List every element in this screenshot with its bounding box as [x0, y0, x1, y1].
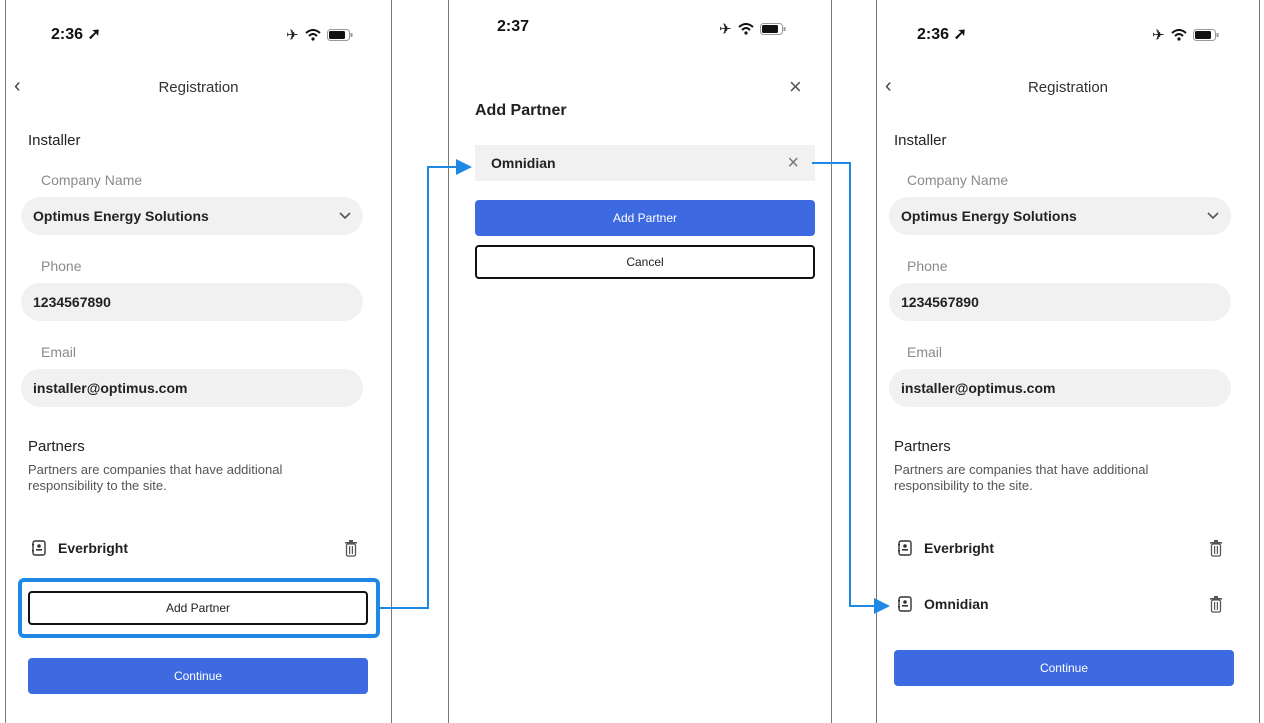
- wifi-icon: [1170, 29, 1187, 41]
- contact-card-icon: [898, 540, 912, 556]
- partners-section-title: Partners: [894, 438, 951, 455]
- email-value: installer@optimus.com: [33, 380, 188, 396]
- company-name-label: Company Name: [41, 172, 143, 188]
- email-label: Email: [907, 344, 943, 360]
- wifi-icon: [737, 23, 754, 35]
- partners-desc-line: Partners are companies that have additio…: [894, 462, 1149, 477]
- partners-desc-line: Partners are companies that have additio…: [28, 462, 283, 477]
- clear-icon[interactable]: ×: [787, 152, 799, 175]
- airplane-icon: ✈: [286, 27, 299, 44]
- partners-section-title: Partners: [28, 438, 85, 455]
- partner-item: Everbright: [32, 540, 128, 556]
- registration-screen-after: 2:36 ➚ ✈ ‹ Registration Installer Compan…: [876, 0, 1260, 723]
- phone-label: Phone: [907, 258, 948, 274]
- company-name-select[interactable]: Optimus Energy Solutions: [21, 197, 363, 235]
- cancel-button[interactable]: Cancel: [475, 245, 815, 279]
- continue-button[interactable]: Continue: [894, 650, 1234, 686]
- installer-section-title: Installer: [894, 132, 947, 149]
- contact-card-icon: [32, 540, 46, 556]
- phone-value: 1234567890: [33, 294, 111, 310]
- phone-field[interactable]: 1234567890: [889, 283, 1231, 321]
- battery-icon: [326, 29, 353, 41]
- partner-search-value: Omnidian: [491, 155, 556, 171]
- wifi-icon: [304, 29, 321, 41]
- partner-name: Omnidian: [924, 596, 989, 612]
- modal-title: Add Partner: [475, 102, 567, 119]
- email-field[interactable]: installer@optimus.com: [889, 369, 1231, 407]
- trash-icon[interactable]: [344, 540, 358, 557]
- email-value: installer@optimus.com: [901, 380, 1056, 396]
- battery-icon: [759, 23, 786, 35]
- continue-button[interactable]: Continue: [28, 658, 368, 694]
- partners-desc-line: responsibility to the site.: [28, 478, 167, 493]
- add-partner-modal-screen: 2:37 ✈ × Add Partner Omnidian × Add Part…: [448, 0, 832, 723]
- phone-label: Phone: [41, 258, 82, 274]
- phone-value: 1234567890: [901, 294, 979, 310]
- email-field[interactable]: installer@optimus.com: [21, 369, 363, 407]
- email-label: Email: [41, 344, 77, 360]
- trash-icon[interactable]: [1209, 540, 1223, 557]
- close-icon[interactable]: ×: [789, 76, 802, 98]
- registration-screen-before: 2:36 ➚ ✈ ‹ Registration Installer Compan…: [5, 0, 392, 723]
- trash-icon[interactable]: [1209, 596, 1223, 613]
- add-partner-button[interactable]: Add Partner: [28, 591, 368, 625]
- status-time: 2:37: [497, 18, 530, 35]
- company-name-select[interactable]: Optimus Energy Solutions: [889, 197, 1231, 235]
- status-time: 2:36 ➚: [917, 26, 967, 43]
- partner-search-input[interactable]: Omnidian ×: [475, 145, 815, 181]
- partners-description: Partners are companies that have additio…: [894, 462, 1148, 494]
- location-arrow-icon: ➚: [87, 26, 101, 43]
- add-partner-confirm-button[interactable]: Add Partner: [475, 200, 815, 236]
- partner-name: Everbright: [58, 540, 129, 556]
- airplane-icon: ✈: [1152, 27, 1165, 44]
- battery-icon: [1192, 29, 1219, 41]
- status-icons: ✈: [286, 26, 353, 44]
- airplane-icon: ✈: [719, 21, 732, 38]
- partner-item: Everbright: [898, 540, 994, 556]
- location-arrow-icon: ➚: [953, 26, 967, 43]
- partners-desc-line: responsibility to the site.: [894, 478, 1033, 493]
- status-time: 2:36 ➚: [51, 26, 101, 43]
- page-title: Registration: [158, 79, 239, 96]
- page-title: Registration: [1027, 79, 1109, 96]
- status-icons: ✈: [1152, 26, 1219, 44]
- status-icons: ✈: [719, 20, 786, 38]
- company-name-value: Optimus Energy Solutions: [33, 208, 209, 224]
- contact-card-icon: [898, 596, 912, 612]
- partner-name: Everbright: [924, 540, 995, 556]
- installer-section-title: Installer: [28, 132, 81, 149]
- chevron-down-icon: [1207, 212, 1219, 220]
- company-name-label: Company Name: [907, 172, 1009, 188]
- partner-item: Omnidian: [898, 596, 989, 612]
- partners-description: Partners are companies that have additio…: [28, 462, 282, 494]
- phone-field[interactable]: 1234567890: [21, 283, 363, 321]
- company-name-value: Optimus Energy Solutions: [901, 208, 1077, 224]
- chevron-down-icon: [339, 212, 351, 220]
